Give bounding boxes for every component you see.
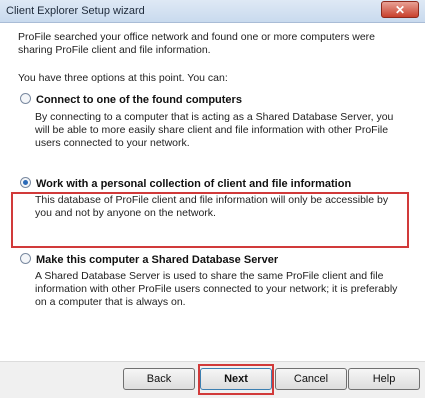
option-connect[interactable]: Connect to one of the found computers	[20, 93, 242, 106]
title-bar: Client Explorer Setup wizard ✕	[0, 0, 425, 23]
wizard-window: Client Explorer Setup wizard ✕ ProFile s…	[0, 0, 425, 398]
radio-connect-icon[interactable]	[20, 93, 31, 104]
help-button[interactable]: Help	[348, 368, 420, 390]
option-personal-label: Work with a personal collection of clien…	[36, 178, 352, 190]
radio-shared-server-icon[interactable]	[20, 253, 31, 264]
option-shared-server[interactable]: Make this computer a Shared Database Ser…	[20, 253, 278, 266]
window-title: Client Explorer Setup wizard	[6, 5, 145, 17]
option-shared-server-label: Make this computer a Shared Database Ser…	[36, 254, 279, 266]
option-personal-description: This database of ProFile client and file…	[35, 194, 389, 219]
back-button[interactable]: Back	[123, 368, 195, 390]
option-shared-server-description: A Shared Database Server is used to shar…	[35, 270, 398, 308]
options-prompt: You have three options at this point. Yo…	[18, 72, 228, 84]
option-personal[interactable]: Work with a personal collection of clien…	[20, 177, 351, 190]
radio-personal-icon[interactable]	[20, 177, 31, 188]
cancel-button[interactable]: Cancel	[275, 368, 347, 390]
option-connect-label: Connect to one of the found computers	[36, 94, 242, 106]
intro-text: ProFile searched your office network and…	[18, 31, 375, 56]
wizard-content: ProFile searched your office network and…	[0, 23, 425, 361]
option-connect-description: By connecting to a computer that is acti…	[35, 111, 394, 149]
next-button[interactable]: Next	[200, 368, 272, 390]
close-button[interactable]: ✕	[381, 1, 419, 18]
button-bar: Back Next Cancel Help	[0, 361, 425, 398]
